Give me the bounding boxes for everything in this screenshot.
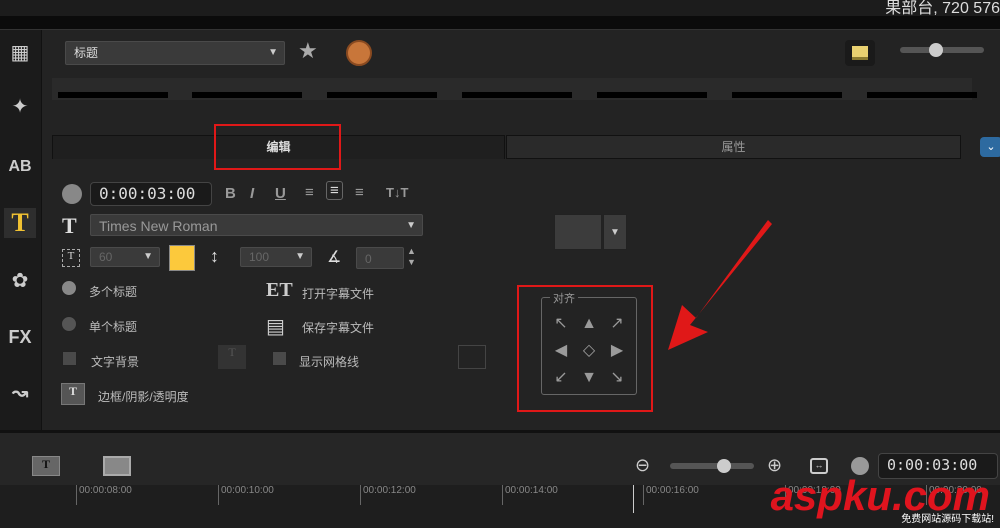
text-background-settings-icon[interactable]: T: [218, 345, 246, 369]
collapse-button[interactable]: ⌄: [980, 137, 1000, 157]
title-thumbnails: [52, 78, 977, 100]
font-value: Times New Roman: [99, 218, 218, 234]
font-select[interactable]: Times New Roman ▼: [90, 214, 423, 236]
align-center-icon[interactable]: ◇: [580, 342, 598, 360]
single-title-radio[interactable]: [61, 316, 77, 332]
font-size-select[interactable]: 60 ▼: [90, 247, 160, 267]
line-spacing-icon: ↕: [210, 246, 219, 266]
show-grid-checkbox[interactable]: [272, 351, 287, 366]
ruler-tick: 00:00:14:00: [502, 485, 558, 505]
title-bar: 果部台, 720 576: [0, 0, 1000, 17]
graphic-icon[interactable]: ✿: [4, 266, 36, 296]
divider: [0, 16, 1000, 30]
align-bottom-left-icon[interactable]: ↙: [552, 369, 570, 387]
align-bottom-right-icon[interactable]: ↘: [608, 369, 626, 387]
instant-project-icon[interactable]: ✦: [4, 92, 36, 122]
path-icon[interactable]: ↝: [4, 378, 36, 408]
font-color-swatch[interactable]: [169, 245, 195, 271]
border-shadow-label[interactable]: 边框/阴影/透明度: [98, 388, 189, 405]
single-title-label: 单个标题: [89, 320, 138, 334]
add-to-favorites-icon[interactable]: ★: [298, 38, 318, 64]
thumbnail-view-icon: [852, 46, 868, 60]
highlight-box: [214, 124, 341, 170]
sidebar: ▦ ✦ AB T ✿ FX ↝: [0, 30, 42, 430]
align-left-button[interactable]: ≡: [305, 184, 314, 201]
open-subtitle-label[interactable]: 打开字幕文件: [302, 285, 374, 302]
playhead[interactable]: [633, 485, 634, 513]
chevron-down-icon: ▼: [268, 47, 278, 58]
font-icon: T: [62, 213, 77, 238]
text-direction-button[interactable]: T↓T: [386, 185, 408, 200]
multi-title-label: 多个标题: [89, 285, 138, 299]
align-top-right-icon[interactable]: ↗: [608, 315, 626, 333]
ruler-tick: 00:00:08:00: [76, 485, 132, 505]
chevron-down-icon: ▼: [143, 251, 153, 262]
title-track-button[interactable]: T: [32, 456, 60, 476]
title-icon[interactable]: T: [4, 208, 36, 238]
tab-properties[interactable]: 属性: [506, 135, 961, 159]
font-size-value: 60: [99, 250, 113, 264]
title-thumbnail[interactable]: [867, 92, 977, 98]
transition-icon[interactable]: AB: [4, 152, 36, 182]
multi-title-radio[interactable]: [61, 280, 77, 296]
media-icon[interactable]: ▦: [4, 38, 36, 68]
timeline-zoom-slider[interactable]: [670, 463, 754, 469]
slider-knob[interactable]: [717, 459, 731, 473]
angle-field[interactable]: 0: [356, 247, 404, 269]
title-thumbnail[interactable]: [58, 92, 168, 98]
ruler-tick: 00:00:10:00: [218, 485, 274, 505]
align-label: 对齐: [550, 290, 578, 306]
save-subtitle-label[interactable]: 保存字幕文件: [302, 319, 374, 336]
title-thumbnail[interactable]: [327, 92, 437, 98]
text-background-checkbox[interactable]: [62, 351, 77, 366]
align-top-left-icon[interactable]: ↖: [552, 315, 570, 333]
library-options-icon[interactable]: [346, 40, 372, 66]
chevron-down-icon: ▼: [295, 251, 305, 262]
align-panel: 对齐 ↖ ▲ ↗ ◀ ◇ ▶ ↙ ▼ ↘: [541, 290, 637, 395]
align-top-icon[interactable]: ▲: [580, 315, 598, 333]
bold-button[interactable]: B: [225, 185, 236, 202]
underline-button[interactable]: U: [275, 185, 286, 202]
preset-dropdown[interactable]: ▼: [603, 214, 627, 250]
align-right-button[interactable]: ≡: [355, 184, 364, 201]
multi-track-button[interactable]: [103, 456, 131, 476]
border-shadow-icon[interactable]: T: [61, 383, 85, 405]
category-value: 标题: [74, 46, 99, 60]
title-thumbnail[interactable]: [462, 92, 572, 98]
view-toggle-button[interactable]: [845, 40, 875, 66]
clock-icon: [62, 184, 82, 204]
align-left-icon[interactable]: ◀: [552, 342, 570, 360]
angle-value: 0: [365, 252, 372, 266]
ruler-tick: 00:00:12:00: [360, 485, 416, 505]
line-spacing-value: 100: [249, 250, 270, 264]
open-subtitle-icon[interactable]: ET: [266, 279, 293, 302]
tab-properties-label: 属性: [721, 140, 746, 154]
annotation-arrow: [668, 220, 772, 350]
angle-icon: ∡: [327, 249, 342, 266]
watermark-subtitle: 免费网站源码下载站!: [901, 514, 994, 525]
save-subtitle-icon[interactable]: ▤: [266, 314, 285, 339]
chevron-down-icon: ▼: [406, 220, 416, 231]
preset-swatch[interactable]: [554, 214, 602, 250]
italic-button[interactable]: I: [250, 185, 254, 202]
show-grid-label: 显示网格线: [299, 355, 360, 369]
title-thumbnail[interactable]: [732, 92, 842, 98]
slider-knob[interactable]: [929, 43, 943, 57]
align-right-icon[interactable]: ▶: [608, 342, 626, 360]
title-thumbnail[interactable]: [597, 92, 707, 98]
align-center-button[interactable]: ≡: [326, 181, 343, 200]
title-thumbnail[interactable]: [192, 92, 302, 98]
grid-settings-icon[interactable]: [458, 345, 486, 369]
text-background-label: 文字背景: [91, 355, 140, 369]
align-bottom-icon[interactable]: ▼: [580, 369, 598, 387]
filter-icon[interactable]: FX: [4, 322, 36, 352]
category-select[interactable]: 标题 ▼: [65, 41, 285, 65]
ruler-tick: 00:00:16:00: [643, 485, 699, 505]
angle-stepper[interactable]: ▲ ▼: [407, 246, 416, 268]
duration-field[interactable]: 0:00:03:00: [90, 182, 212, 206]
font-size-icon: T: [62, 249, 80, 267]
line-spacing-select[interactable]: 100 ▼: [240, 247, 312, 267]
zoom-out-icon[interactable]: ⊖: [635, 455, 650, 476]
